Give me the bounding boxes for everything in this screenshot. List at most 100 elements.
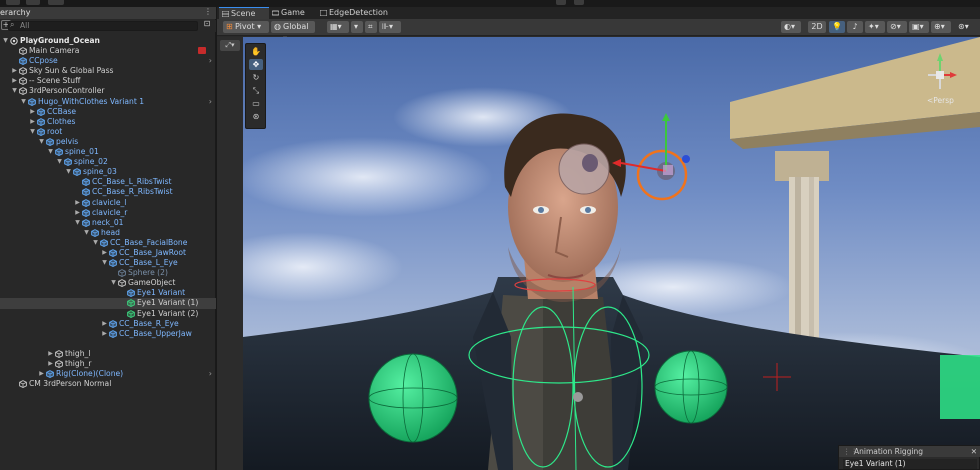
prefab-open-chevron-icon[interactable]: ›	[209, 369, 212, 379]
hierarchy-row[interactable]: Eye1 Variant (1)	[0, 298, 216, 309]
hierarchy-row[interactable]: ▼ Hugo_WithClothes Variant 1 ›	[0, 97, 216, 107]
expand-arrow-icon[interactable]: ▼	[83, 228, 90, 238]
collapse-arrow-icon[interactable]: ▶	[47, 359, 54, 369]
animation-rigging-header[interactable]: ⋮⋮ Animation Rigging ✕	[839, 446, 980, 457]
expand-arrow-icon[interactable]: ▼	[47, 147, 54, 157]
effects-dropdown[interactable]: ✦▾	[865, 21, 885, 33]
scene-viewport[interactable]	[243, 37, 980, 470]
prefab-open-chevron-icon[interactable]: ›	[209, 56, 212, 66]
snap-button[interactable]: ⌗	[365, 21, 377, 33]
hierarchy-row[interactable]: ▼ GameObject	[0, 278, 216, 288]
hierarchy-row[interactable]: CCpose ›	[0, 56, 216, 66]
collapse-arrow-icon[interactable]: ▶	[38, 369, 45, 379]
prefab-open-chevron-icon[interactable]: ›	[209, 97, 212, 107]
transform-tool-button[interactable]: ⊛	[249, 111, 263, 122]
hierarchy-tab[interactable]: erarchy ⋮	[0, 7, 216, 19]
move-tool-button[interactable]: ✥	[249, 59, 263, 70]
collapse-arrow-icon[interactable]: ▶	[101, 329, 108, 339]
tab-scene[interactable]: Scene	[219, 7, 269, 19]
expand-arrow-icon[interactable]: ▼	[38, 137, 45, 147]
overlay-menu-button[interactable]: ⤢▾	[220, 40, 240, 51]
hierarchy-row[interactable]: Main Camera	[0, 46, 216, 56]
hierarchy-row[interactable]: ▼ CC_Base_L_Eye	[0, 258, 216, 268]
hierarchy-row[interactable]: ▶ CC_Base_JawRoot	[0, 248, 216, 258]
grid-snap-button[interactable]: ▦▾	[327, 21, 349, 33]
snap-increment-dropdown[interactable]: ▾	[351, 21, 363, 33]
expand-arrow-icon[interactable]: ▼	[65, 167, 72, 177]
hierarchy-row[interactable]: Eye1 Variant	[0, 288, 216, 298]
hierarchy-row[interactable]: CM 3rdPerson Normal	[0, 379, 216, 389]
collapse-arrow-icon[interactable]: ▶	[29, 107, 36, 117]
search-options-icon[interactable]: ⊡	[202, 20, 212, 30]
search-input[interactable]	[8, 21, 198, 31]
rotate-tool-button[interactable]: ↻	[249, 72, 263, 83]
tab-edgedetection[interactable]: EdgeDetection	[317, 7, 389, 19]
hierarchy-row[interactable]: ▼ CC_Base_FacialBone	[0, 238, 216, 248]
scene-visibility-toggle[interactable]: ⊘▾	[887, 21, 907, 33]
top-button[interactable]	[556, 0, 566, 5]
collapse-arrow-icon[interactable]: ▶	[74, 208, 81, 218]
hierarchy-row[interactable]: ▶ clavicle_l	[0, 198, 216, 208]
hierarchy-row[interactable]: Sphere (2)	[0, 268, 216, 278]
hierarchy-row[interactable]: ▶ CC_Base_UpperJaw	[0, 329, 216, 339]
hierarchy-row[interactable]: ▶ CCBase	[0, 107, 216, 117]
top-button[interactable]	[6, 0, 20, 5]
expand-arrow-icon[interactable]: ▼	[56, 157, 63, 167]
hierarchy-row[interactable]: ▼ 3rdPersonController	[0, 86, 216, 96]
search-scene-button[interactable]: ⊛▾	[955, 21, 975, 33]
hierarchy-row[interactable]: ▶ thigh_l	[0, 349, 216, 359]
global-dropdown[interactable]: ◍ Global ▾	[271, 21, 315, 43]
top-button[interactable]	[26, 0, 40, 5]
view-tool-button[interactable]: ✋	[249, 46, 263, 57]
gizmos-dropdown[interactable]: ⊕▾	[931, 21, 951, 33]
tab-game[interactable]: Game	[269, 7, 317, 19]
camera-dropdown[interactable]: ▣▾	[909, 21, 929, 33]
expand-arrow-icon[interactable]: ▼	[74, 218, 81, 228]
hierarchy-row[interactable]: ▼ neck_01	[0, 218, 216, 228]
expand-arrow-icon[interactable]: ▼	[20, 97, 27, 107]
collapse-arrow-icon[interactable]: ▶	[29, 117, 36, 127]
hierarchy-row[interactable]: ▶ CC_Base_R_Eye	[0, 319, 216, 329]
expand-arrow-icon[interactable]: ▼	[2, 36, 9, 46]
hierarchy-row[interactable]: ▼ root	[0, 127, 216, 137]
collapse-arrow-icon[interactable]: ▶	[11, 66, 18, 76]
collapse-arrow-icon[interactable]: ▶	[47, 349, 54, 359]
hierarchy-row[interactable]: ▼ spine_02	[0, 157, 216, 167]
close-icon[interactable]: ✕	[971, 446, 977, 457]
rect-tool-button[interactable]: ▭	[249, 98, 263, 109]
hierarchy-row[interactable]: ▼ spine_03	[0, 167, 216, 177]
scale-tool-button[interactable]: ⤡	[249, 85, 263, 96]
hierarchy-row[interactable]: ▶ Clothes	[0, 117, 216, 127]
top-button[interactable]	[574, 0, 584, 5]
expand-arrow-icon[interactable]: ▼	[101, 258, 108, 268]
pivot-dropdown[interactable]: ⊞ Pivot ▾	[223, 21, 269, 33]
expand-arrow-icon[interactable]: ▼	[29, 127, 36, 137]
collapse-arrow-icon[interactable]: ▶	[74, 198, 81, 208]
hierarchy-row[interactable]: ▶ thigh_r	[0, 359, 216, 369]
hierarchy-row[interactable]: ▶ clavicle_r	[0, 208, 216, 218]
collapse-arrow-icon[interactable]: ▶	[101, 248, 108, 258]
hierarchy-row[interactable]: ▶ Rig(Clone)(Clone) ›	[0, 369, 216, 379]
hierarchy-row[interactable]: Eye1 Variant (2)	[0, 309, 216, 319]
hierarchy-row[interactable]: ▼ pelvis	[0, 137, 216, 147]
animation-rigging-selection[interactable]: Eye1 Variant (1)	[843, 459, 977, 469]
hierarchy-row[interactable]: ▶ -- Scene Stuff	[0, 76, 216, 86]
expand-arrow-icon[interactable]: ▼	[110, 278, 117, 288]
expand-arrow-icon[interactable]: ▼	[92, 238, 99, 248]
align-button[interactable]: ⊪▾	[379, 21, 401, 33]
collapse-arrow-icon[interactable]: ▶	[11, 76, 18, 86]
projection-label[interactable]: <Persp	[927, 96, 954, 105]
shading-mode-dropdown[interactable]: ◐▾	[781, 21, 801, 33]
hierarchy-row[interactable]: CC_Base_R_RibsTwist	[0, 187, 216, 197]
drag-handle-icon[interactable]: ⋮⋮	[843, 446, 858, 457]
2d-toggle[interactable]: 2D	[808, 21, 826, 33]
collapse-arrow-icon[interactable]: ▶	[101, 319, 108, 329]
expand-arrow-icon[interactable]: ▼	[11, 86, 18, 96]
top-button[interactable]	[48, 0, 64, 5]
panel-menu-icon[interactable]: ⋮	[204, 7, 212, 16]
lighting-toggle[interactable]: 💡	[829, 21, 845, 33]
hierarchy-row[interactable]: ▶ Sky Sun & Global Pass	[0, 66, 216, 76]
hierarchy-row[interactable]: CC_Base_L_RibsTwist	[0, 177, 216, 187]
hierarchy-row[interactable]: ▼ head	[0, 228, 216, 238]
hierarchy-row[interactable]: ▼ PlayGround_Ocean	[0, 36, 216, 46]
